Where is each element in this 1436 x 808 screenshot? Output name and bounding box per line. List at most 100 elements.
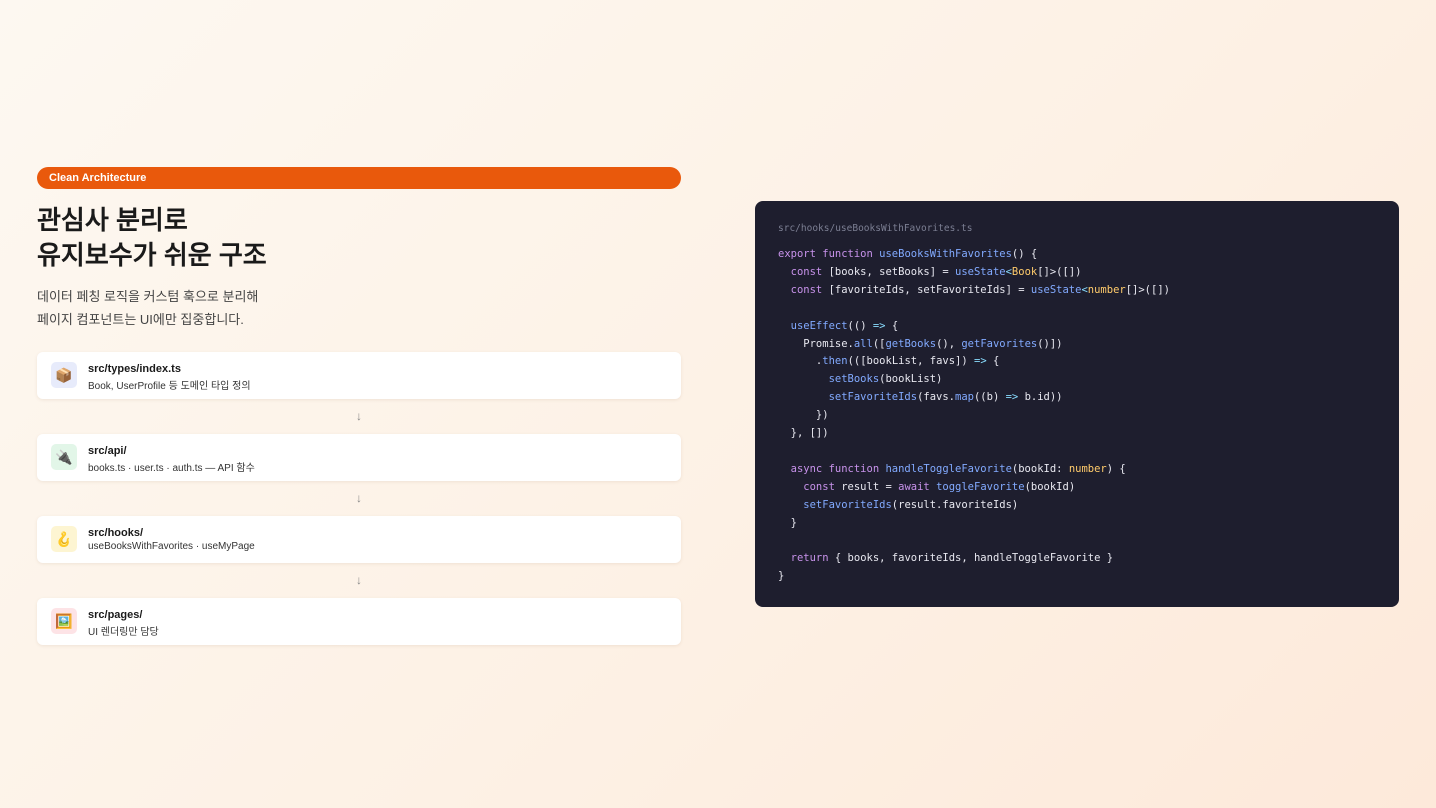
layer-description: useBooksWithFavorites · useMyPage <box>88 541 255 552</box>
down-arrow-icon: ↓ <box>356 573 362 587</box>
code-token: (bookId) <box>1024 480 1076 493</box>
code-token: (), <box>936 337 962 350</box>
code-token: { books, favoriteIds, handleToggleFavori… <box>834 552 1114 565</box>
code-line: const result = await toggleFavorite(book… <box>778 481 1075 493</box>
code-token: ()]) <box>1037 337 1063 350</box>
code-token: map <box>955 391 974 404</box>
code-token: export function <box>778 248 880 260</box>
code-token: } <box>778 570 785 583</box>
code-line: } <box>778 570 784 582</box>
code-token: Promise. <box>778 337 854 350</box>
code-line: setFavoriteIds(result.favoriteIds) <box>778 499 1018 511</box>
code-token: const <box>778 283 829 296</box>
code-line: }, []) <box>778 427 829 439</box>
code-line: async function handleToggleFavorite(book… <box>778 463 1126 475</box>
layer-path: src/api/ <box>88 445 127 457</box>
code-line: export function useBooksWithFavorites() … <box>778 248 1037 260</box>
section-subtitle: 데이터 페칭 로직을 커스텀 훅으로 분리해 페이지 컴포넌트는 UI에만 집중… <box>37 285 681 331</box>
code-token: }, []) <box>778 427 829 440</box>
code-token: getBooks <box>885 337 937 350</box>
code-token: useBooksWithFavorites <box>879 248 1012 260</box>
code-token: setFavoriteIds <box>778 498 892 511</box>
down-arrow-icon: ↓ <box>356 409 362 423</box>
code-block: export function useBooksWithFavorites() … <box>778 246 1170 586</box>
code-token: number <box>1087 283 1126 296</box>
layer-path: src/types/index.ts <box>88 363 181 375</box>
code-token: (bookList) <box>879 373 943 386</box>
code-token: const <box>778 265 829 278</box>
code-filename: src/hooks/useBooksWithFavorites.ts <box>778 223 973 234</box>
code-token: const <box>778 480 842 493</box>
code-token: return <box>778 552 835 565</box>
code-token: } <box>778 516 797 529</box>
code-token: (result.favoriteIds) <box>891 498 1019 511</box>
section-title: 관심사 분리로 유지보수가 쉬운 구조 <box>37 203 681 273</box>
architecture-section: Clean Architecture 관심사 분리로 유지보수가 쉬운 구조 데… <box>37 167 681 645</box>
code-token: toggleFavorite <box>936 480 1025 493</box>
code-token: ((b) <box>973 391 1006 404</box>
code-line: const [books, setBooks] = useState<Book[… <box>778 265 1082 278</box>
code-token: setBooks <box>778 373 880 386</box>
layer-path: src/pages/ <box>88 609 143 621</box>
code-token: ) { <box>1106 462 1126 475</box>
code-token: [favoriteIds, setFavoriteIds] = <box>828 283 1031 296</box>
layer-description: UI 렌더링만 담당 <box>88 627 159 638</box>
down-arrow-icon: ↓ <box>356 491 362 505</box>
layer-description: books.ts · user.ts · auth.ts — API 함수 <box>88 463 255 474</box>
code-line: }) <box>778 409 829 421</box>
code-token: (() <box>847 319 873 332</box>
layer-card-api: 🔌 src/api/ books.ts · user.ts · auth.ts … <box>37 434 681 481</box>
code-line: setBooks(bookList) <box>778 373 943 386</box>
code-token: () { <box>1011 248 1038 260</box>
code-token: [books, setBooks] = <box>828 265 956 278</box>
subtitle-line-2: 페이지 컴포넌트는 UI에만 집중합니다. <box>37 312 244 327</box>
title-line-1: 관심사 분리로 <box>37 205 188 235</box>
section-badge: Clean Architecture <box>37 167 681 189</box>
code-line: useEffect(() => { <box>778 319 899 332</box>
code-token: ([ <box>872 337 886 350</box>
code-line: return { books, favoriteIds, handleToggl… <box>778 552 1113 564</box>
code-token: => <box>974 355 987 368</box>
plug-icon: 🔌 <box>51 444 77 470</box>
hook-icon: 🪝 <box>51 526 77 552</box>
picture-icon: 🖼️ <box>51 608 77 634</box>
title-line-2: 유지보수가 쉬운 구조 <box>37 240 267 270</box>
code-line: const [favoriteIds, setFavoriteIds] = us… <box>778 284 1170 296</box>
code-token: result = <box>841 480 899 493</box>
package-icon: 📦 <box>51 362 77 388</box>
code-token: []>([]) <box>1037 265 1082 278</box>
code-token: }) <box>778 409 829 422</box>
code-token: handleToggleFavorite <box>885 462 1012 475</box>
code-token: all <box>853 337 873 350</box>
code-token: Book <box>1011 265 1038 278</box>
code-token: setFavoriteIds <box>778 391 918 404</box>
code-token: useState <box>955 265 1006 278</box>
code-token: (bookId: <box>1011 462 1069 475</box>
code-panel: src/hooks/useBooksWithFavorites.ts expor… <box>755 201 1399 607</box>
code-token: async function <box>778 462 886 475</box>
code-token: { <box>885 319 899 332</box>
layer-stack: 📦 src/types/index.ts Book, UserProfile 등… <box>37 352 681 645</box>
code-token: []>([]) <box>1125 283 1170 296</box>
code-token: (([bookList, favs]) <box>847 355 974 368</box>
code-token: => <box>872 319 886 332</box>
layer-description: Book, UserProfile 등 도메인 타입 정의 <box>88 381 251 392</box>
code-token: number <box>1068 462 1107 475</box>
code-token: . <box>778 355 823 368</box>
layer-card-pages: 🖼️ src/pages/ UI 렌더링만 담당 <box>37 598 681 645</box>
code-line: .then(([bookList, favs]) => { <box>778 355 999 367</box>
code-token: => <box>1005 391 1019 404</box>
code-line: } <box>778 517 797 529</box>
subtitle-line-1: 데이터 페칭 로직을 커스텀 훅으로 분리해 <box>37 289 259 304</box>
layer-card-types: 📦 src/types/index.ts Book, UserProfile 등… <box>37 352 681 399</box>
layer-path: src/hooks/ <box>88 527 144 539</box>
code-token: then <box>822 355 848 368</box>
layer-card-hooks: 🪝 src/hooks/ useBooksWithFavorites · use… <box>37 516 681 563</box>
code-token: useEffect <box>778 319 848 332</box>
code-line: Promise.all([getBooks(), getFavorites()]… <box>778 337 1063 350</box>
code-token: (favs. <box>917 391 956 404</box>
code-token: useState <box>1030 283 1082 296</box>
code-line: setFavoriteIds(favs.map((b) => b.id)) <box>778 391 1063 403</box>
code-token: await <box>898 480 937 493</box>
code-token: b.id)) <box>1018 391 1063 404</box>
